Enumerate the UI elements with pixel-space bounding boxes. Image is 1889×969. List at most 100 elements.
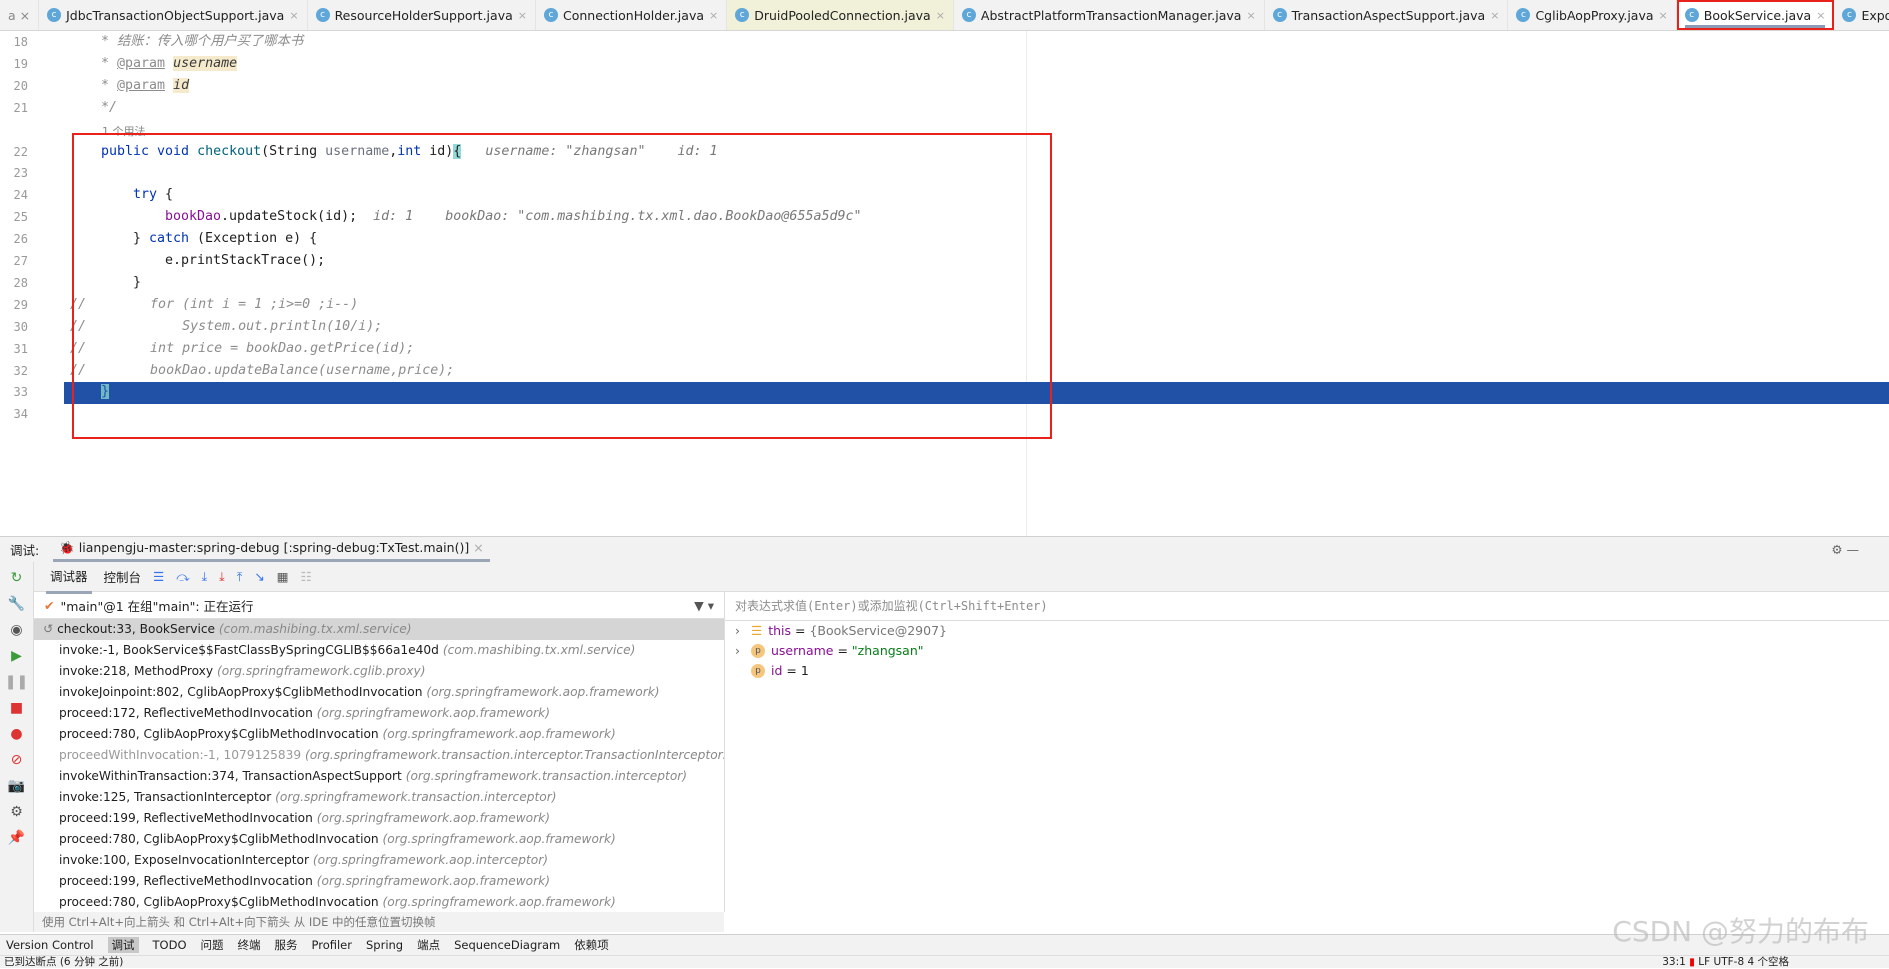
line-number[interactable]: 28 <box>0 276 28 290</box>
editor-tab[interactable]: c BookService.java × <box>1676 0 1835 30</box>
line-number[interactable]: 19 <box>0 57 28 71</box>
close-tab-icon[interactable]: × <box>518 9 527 22</box>
rerun-icon[interactable]: ↻ <box>11 570 23 586</box>
trace-icon[interactable]: ☷ <box>301 569 312 584</box>
step-into-icon[interactable]: ⤓ <box>202 569 208 585</box>
line-number[interactable]: 18 <box>0 35 28 49</box>
close-icon[interactable]: × <box>473 540 483 555</box>
line-number[interactable]: 20 <box>0 79 28 93</box>
variable-row[interactable]: › p username = "zhangsan" <box>735 641 924 661</box>
evaluate-expression-input[interactable]: 对表达式求值(Enter)或添加监视(Ctrl+Shift+Enter) <box>725 592 1889 621</box>
expand-chevron-icon[interactable]: › <box>735 621 745 641</box>
step-over-icon[interactable]: ⤼ <box>176 569 189 585</box>
close-tab-icon[interactable]: × <box>709 9 718 22</box>
line-number[interactable]: 21 <box>0 101 28 115</box>
force-step-into-icon[interactable]: ⤓ <box>219 569 225 585</box>
variable-row[interactable]: › ☰ this = {BookService@2907} <box>735 621 947 641</box>
step-out-icon[interactable]: ⤒ <box>237 569 243 585</box>
stack-frame[interactable]: invoke:-1, BookService$$FastClassBySprin… <box>34 640 724 661</box>
tab-console[interactable]: 控制台 <box>104 567 142 586</box>
stack-frame[interactable]: invokeWithinTransaction:374, Transaction… <box>34 766 724 787</box>
run-to-cursor-icon[interactable]: ↘ <box>254 569 264 584</box>
close-tab-icon[interactable]: × <box>1246 9 1255 22</box>
editor-tab[interactable]: c JdbcTransactionObjectSupport.java × <box>39 0 308 30</box>
breakpoints-icon[interactable]: ● <box>10 726 22 742</box>
editor-tab[interactable]: c AbstractPlatformTransactionManager.java… <box>954 0 1265 30</box>
line-separator[interactable]: LF <box>1698 956 1710 968</box>
encoding[interactable]: UTF-8 <box>1714 956 1745 968</box>
pause-icon[interactable]: ❚❚ <box>5 674 28 690</box>
stack-frame[interactable]: proceed:780, CglibAopProxy$CglibMethodIn… <box>34 829 724 850</box>
line-number[interactable]: 29 <box>0 298 28 312</box>
editor-tab[interactable]: c TransactionAspectSupport.java × <box>1265 0 1509 30</box>
line-number[interactable]: 34 <box>0 407 28 421</box>
mute-breakpoints-icon[interactable]: ⊘ <box>11 752 23 768</box>
thread-selector[interactable]: ✔ "main"@1 在组"main": 正在运行 ▼ ▾ <box>34 592 724 619</box>
code-token: @param <box>117 55 166 71</box>
tool-window-button[interactable]: 服务 <box>275 937 298 953</box>
stack-frame[interactable]: proceed:172, ReflectiveMethodInvocation … <box>34 703 724 724</box>
tool-window-button[interactable]: 依赖项 <box>574 937 609 953</box>
stack-frame[interactable]: ↺ checkout:33, BookService (com.mashibin… <box>34 619 724 640</box>
pin-icon[interactable]: 📌 <box>8 830 25 846</box>
tool-window-button[interactable]: 问题 <box>201 937 224 953</box>
stack-frame[interactable]: proceed:199, ReflectiveMethodInvocation … <box>34 808 724 829</box>
close-tab-icon[interactable]: × <box>1490 9 1499 22</box>
gear-icon[interactable]: ⚙ <box>10 804 23 820</box>
tool-window-button[interactable]: 调试 <box>107 937 139 953</box>
evaluate-icon[interactable]: ▦ <box>277 569 289 584</box>
line-number[interactable]: 25 <box>0 210 28 224</box>
close-tab-icon[interactable]: × <box>289 9 298 22</box>
indent[interactable]: 4 个空格 <box>1747 956 1789 968</box>
line-number[interactable]: 26 <box>0 232 28 246</box>
stack-frame[interactable]: invokeJoinpoint:802, CglibAopProxy$Cglib… <box>34 682 724 703</box>
tool-window-button[interactable]: Spring <box>366 938 403 952</box>
line-number[interactable]: 33 <box>0 385 28 399</box>
editor-tab[interactable]: c ExposeInvo <box>1834 0 1889 30</box>
tool-window-button[interactable]: TODO <box>153 938 187 952</box>
panel-divider[interactable] <box>724 592 725 912</box>
expand-chevron-icon[interactable]: › <box>735 641 745 661</box>
line-number[interactable]: 31 <box>0 342 28 356</box>
settings-icon[interactable]: ⚙ — <box>1831 542 1859 557</box>
tab-debugger[interactable]: 调试器 <box>46 560 92 594</box>
line-number[interactable]: 22 <box>0 145 28 159</box>
caret-position[interactable]: 33:1 <box>1662 956 1686 968</box>
close-tab-icon[interactable]: × <box>936 9 945 22</box>
variable-row[interactable]: p id = 1 <box>735 661 809 681</box>
tool-window-button[interactable]: 终端 <box>238 937 261 953</box>
tool-window-button[interactable]: SequenceDiagram <box>454 938 560 952</box>
filter-icon[interactable]: ▼ ▾ <box>694 598 714 613</box>
tool-window-button[interactable]: Profiler <box>312 938 353 952</box>
stack-frame[interactable]: proceed:199, ReflectiveMethodInvocation … <box>34 871 724 892</box>
line-number[interactable]: 30 <box>0 320 28 334</box>
debug-session-tab[interactable]: 🐞 lianpengju-master:spring-debug [:sprin… <box>53 537 490 562</box>
line-number[interactable]: 27 <box>0 254 28 268</box>
editor-tab[interactable]: c CglibAopProxy.java × <box>1508 0 1677 30</box>
camera-icon[interactable]: 📷 <box>8 778 25 794</box>
stop-icon[interactable]: ■ <box>10 700 23 716</box>
resume-icon[interactable]: ▶ <box>11 648 22 664</box>
menu-icon[interactable]: ☰ <box>153 569 164 584</box>
close-tab-icon[interactable]: × <box>1816 9 1825 22</box>
line-number[interactable]: 24 <box>0 188 28 202</box>
stack-frame[interactable]: invoke:125, TransactionInterceptor (org.… <box>34 787 724 808</box>
stack-frame[interactable]: proceedWithInvocation:-1, 1079125839 (or… <box>34 745 724 766</box>
wrench-icon[interactable]: 🔧 <box>8 596 25 612</box>
stack-frame[interactable]: proceed:780, CglibAopProxy$CglibMethodIn… <box>34 892 724 912</box>
stack-frame[interactable]: invoke:100, ExposeInvocationInterceptor … <box>34 850 724 871</box>
stack-frame[interactable]: invoke:218, MethodProxy (org.springframe… <box>34 661 724 682</box>
editor-tab[interactable]: c ConnectionHolder.java × <box>536 0 728 30</box>
eye-icon[interactable]: ◉ <box>10 622 22 638</box>
tool-window-button[interactable]: Version Control <box>6 938 94 952</box>
frame-method: checkout:33, BookService <box>57 622 216 636</box>
frame-package: (org.springframework.transaction.interce… <box>304 748 724 762</box>
editor-tab[interactable]: c ResourceHolderSupport.java × <box>308 0 536 30</box>
editor-tab[interactable]: c DruidPooledConnection.java × <box>727 0 954 30</box>
line-number[interactable]: 23 <box>0 166 28 180</box>
stack-frame[interactable]: proceed:780, CglibAopProxy$CglibMethodIn… <box>34 724 724 745</box>
close-tab-icon[interactable]: × <box>1659 9 1668 22</box>
tool-window-button[interactable]: 端点 <box>417 937 440 953</box>
tab-overflow[interactable]: a × <box>0 0 40 30</box>
line-number[interactable]: 32 <box>0 364 28 378</box>
